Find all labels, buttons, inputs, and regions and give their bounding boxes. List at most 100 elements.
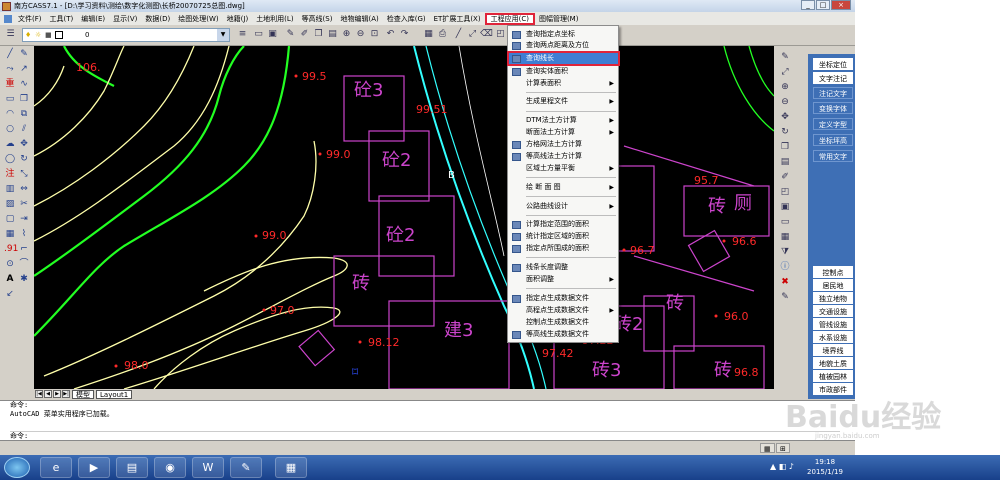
menu-engineering[interactable]: 工程应用(C) — [484, 12, 535, 25]
rect-icon[interactable]: ▭ — [4, 93, 16, 105]
menu-view[interactable]: 显示(V) — [109, 13, 141, 25]
menu-item-line-adjust[interactable]: 线条长度调整 — [509, 262, 618, 273]
open-icon[interactable]: ▭ — [252, 28, 265, 41]
chevron-down-icon[interactable]: ▼ — [217, 29, 229, 41]
copy-tool-icon[interactable]: ❐ — [18, 93, 30, 105]
refresh-icon[interactable]: ↻ — [779, 126, 791, 138]
panel-pipeline[interactable]: 管线设施 — [813, 318, 853, 330]
menu-item-range-area[interactable]: 计算指定范围的面积 — [509, 219, 618, 230]
panel-boundary[interactable]: 境界线 — [813, 344, 853, 356]
menu-data[interactable]: 数据(D) — [141, 13, 174, 25]
zoom-window-icon[interactable]: ⊡ — [368, 28, 381, 41]
folder-icon[interactable]: ▤ — [116, 457, 148, 478]
tab-prev-button[interactable]: ◀ — [44, 390, 52, 398]
measure-icon[interactable]: ⤢ — [466, 28, 479, 41]
brush-icon[interactable]: ✐ — [298, 28, 311, 41]
panel-independent[interactable]: 独立地物 — [813, 292, 853, 304]
trim-icon[interactable]: ✂ — [18, 198, 30, 210]
zoom-tool-icon[interactable]: ⊕ — [779, 81, 791, 93]
stretch-icon[interactable]: ⇔ — [18, 183, 30, 195]
rotate-icon[interactable]: ↻ — [18, 153, 30, 165]
tab-last-button[interactable]: ▶| — [62, 390, 70, 398]
undo-icon[interactable]: ↶ — [384, 28, 397, 41]
pen-icon[interactable]: ✎ — [779, 51, 791, 63]
menu-item-surface-area[interactable]: 计算表面积 ▶ — [509, 78, 618, 89]
menu-tools[interactable]: 工具(T) — [46, 13, 78, 25]
note-icon[interactable]: 注 — [4, 168, 16, 180]
menu-item-point-area[interactable]: 指定点所围成的面积 — [509, 243, 618, 254]
browser-icon[interactable]: ◉ — [154, 457, 186, 478]
menu-item-draw-section[interactable]: 绘 断 面 图 ▶ — [509, 182, 618, 193]
close-button[interactable]: × — [831, 0, 851, 10]
menu-item-contour-earthwork[interactable]: 等高线法土方计算 — [509, 151, 618, 162]
measure-tool-icon[interactable]: ⤢ — [779, 66, 791, 78]
grid-tool-icon[interactable]: ▦ — [779, 231, 791, 243]
menu-item-point-file[interactable]: 指定点生成数据文件 — [509, 293, 618, 304]
panel-traffic[interactable]: 交通设施 — [813, 305, 853, 317]
save-icon[interactable]: ▣ — [266, 28, 279, 41]
menu-item-query-point[interactable]: 查询指定点坐标 — [509, 29, 618, 40]
layer-select[interactable]: ♦ ☼ ■ 0 ▼ — [22, 28, 230, 42]
minimize-button[interactable]: _ — [801, 0, 815, 10]
extend-icon[interactable]: ⇥ — [18, 213, 30, 225]
panel-note-text[interactable]: 注记文字 — [813, 87, 853, 99]
tray-icons[interactable]: ▲ ◧ ♪ — [770, 462, 794, 471]
brush-tool-icon[interactable]: ✎ — [779, 291, 791, 303]
menu-item-stat-area[interactable]: 统计指定区域的面积 — [509, 231, 618, 242]
menu-item-road-curve[interactable]: 公路曲线设计 ▶ — [509, 201, 618, 212]
copy-icon-2[interactable]: ❐ — [779, 141, 791, 153]
explode-icon[interactable]: ✱ — [18, 273, 30, 285]
menu-item-query-line-length[interactable]: 查询线长 — [507, 51, 620, 66]
region-icon[interactable]: ▢ — [4, 213, 16, 225]
menu-item-contour-file[interactable]: 等高线生成数据文件 — [509, 329, 618, 340]
menu-item-section-earthwork[interactable]: 断面法土方计算 ▶ — [509, 127, 618, 138]
menu-item-query-area[interactable]: 查询实体面积 — [509, 66, 618, 77]
pan-icon[interactable]: ✥ — [779, 111, 791, 123]
tab-next-button[interactable]: ▶ — [53, 390, 61, 398]
command-input[interactable]: 命令: — [10, 431, 840, 440]
start-button[interactable] — [4, 457, 30, 478]
circle-icon[interactable]: ○ — [4, 123, 16, 135]
maximize-button[interactable]: □ — [816, 0, 830, 10]
menu-item-elevation-file[interactable]: 高程点生成数据文件 ▶ — [509, 305, 618, 316]
tab-layout1[interactable]: Layout1 — [96, 389, 133, 399]
panel-text-note[interactable]: 文字注记 — [813, 72, 853, 84]
clock[interactable]: 19:18 2015/1/19 — [795, 457, 855, 477]
panel-water[interactable]: 水系设施 — [813, 331, 853, 343]
window-icon[interactable]: ▣ — [779, 201, 791, 213]
menu-item-mileage-file[interactable]: 生成里程文件 ▶ — [509, 96, 618, 107]
menu-item-dtm-earthwork[interactable]: DTM法土方计算 ▶ — [509, 115, 618, 126]
status-grid[interactable]: ⊞ — [776, 443, 790, 453]
menu-feature-edit[interactable]: 地物编辑(A) — [336, 13, 382, 25]
panel-change-font[interactable]: 变换字体 — [813, 102, 853, 114]
tab-first-button[interactable]: |◀ — [35, 390, 43, 398]
line-tool-icon[interactable]: ╱ — [452, 28, 465, 41]
menu-item-balance[interactable]: 区域土方量平衡 ▶ — [509, 163, 618, 174]
drawing-canvas[interactable]: 106. 99.5 99.51 99.0 99.0 97.0 98.12 98.… — [34, 46, 774, 389]
menu-cadastre[interactable]: 地籍(J) — [223, 13, 253, 25]
insert-icon[interactable]: ⊙ — [4, 258, 16, 270]
menu-draw[interactable]: 绘图处理(W) — [174, 13, 222, 25]
menu-edit[interactable]: 编辑(E) — [77, 13, 109, 25]
paste-icon[interactable]: ▤ — [326, 28, 339, 41]
panel-coord-elev[interactable]: 坐标坪高 — [813, 134, 853, 146]
panel-control-point[interactable]: 控制点 — [813, 266, 853, 278]
block-icon[interactable]: ▥ — [4, 183, 16, 195]
menu-contour[interactable]: 等高线(S) — [298, 13, 337, 25]
command-window[interactable]: 命令: AutoCAD 菜单实用程序已加载。 命令: — [0, 400, 855, 440]
menu-item-query-distance[interactable]: 查询两点距离及方位 — [509, 40, 618, 51]
point-91-icon[interactable]: .91 — [4, 243, 18, 255]
menu-sheet[interactable]: 图幅管理(M) — [535, 13, 583, 25]
pencil-icon[interactable]: ✎ — [284, 28, 297, 41]
break-icon[interactable]: ⌇ — [18, 228, 30, 240]
menu-landuse[interactable]: 土地利用(L) — [252, 13, 297, 25]
table-icon[interactable]: ▦ — [4, 228, 16, 240]
mirror-icon[interactable]: ⧉ — [18, 108, 30, 120]
scale-icon[interactable]: ⤡ — [18, 168, 30, 180]
arc-icon[interactable]: ◠ — [4, 108, 16, 120]
panel-vegetation[interactable]: 植被园林 — [813, 370, 853, 382]
ray-icon[interactable]: ↗ — [18, 63, 30, 75]
info-icon[interactable]: ⓘ — [779, 261, 791, 273]
paint-icon[interactable]: ✎ — [230, 457, 262, 478]
menu-item-grid-earthwork[interactable]: 方格网法土方计算 — [509, 139, 618, 150]
